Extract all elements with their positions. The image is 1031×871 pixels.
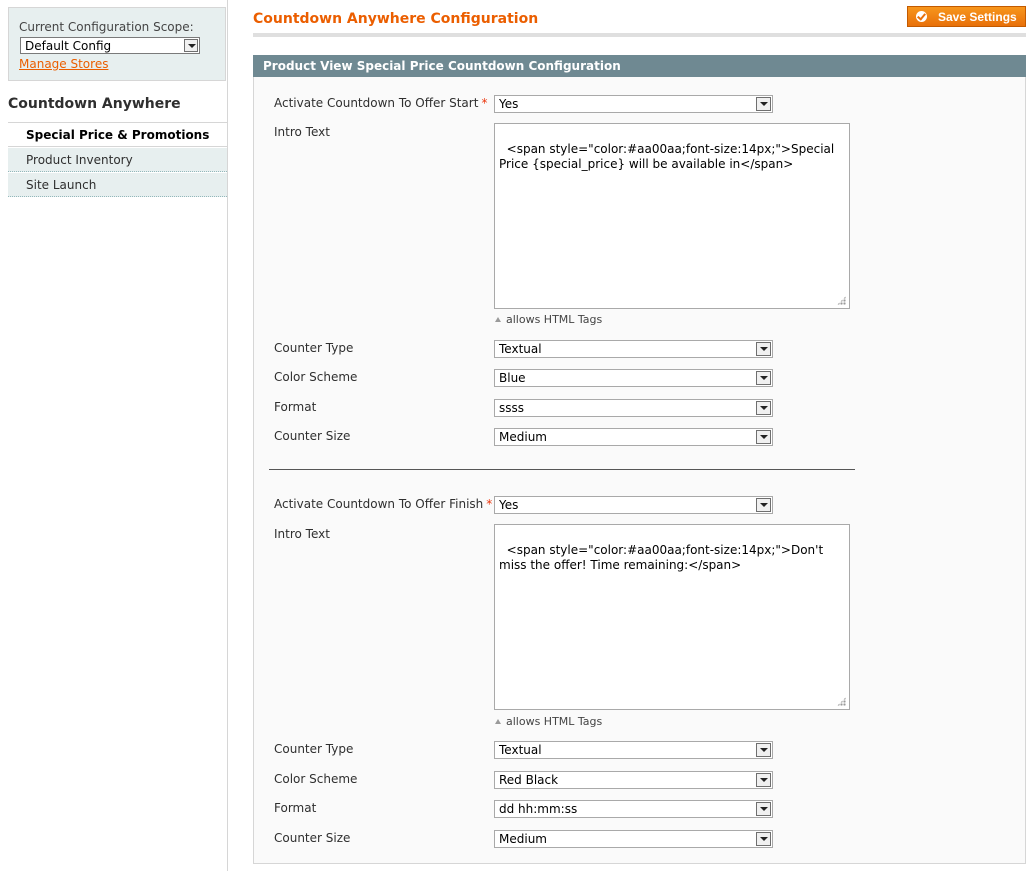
activate-start-select[interactable]: Yes: [494, 95, 773, 113]
counter-size-start-select[interactable]: Medium: [494, 428, 773, 446]
chevron-down-icon: [756, 342, 771, 356]
select-value: Blue: [499, 371, 526, 385]
select-value: Textual: [499, 743, 542, 757]
chevron-down-icon: [756, 430, 771, 444]
format-start-label: Format: [274, 400, 317, 414]
format-finish-label: Format: [274, 801, 317, 815]
select-value: Yes: [499, 498, 519, 512]
select-value: Medium: [499, 832, 547, 846]
format-start-select[interactable]: ssss: [494, 399, 773, 417]
chevron-down-icon: [184, 39, 198, 52]
triangle-up-icon: [495, 719, 501, 724]
intro-text-start-textarea[interactable]: <span style="color:#aa00aa;font-size:14p…: [494, 123, 850, 309]
chevron-down-icon: [756, 97, 771, 111]
intro-text-finish-note: allows HTML Tags: [495, 715, 602, 728]
intro-text-start-label: Intro Text: [274, 125, 330, 139]
chevron-down-icon: [756, 773, 771, 787]
color-scheme-start-label: Color Scheme: [274, 370, 358, 384]
chevron-down-icon: [756, 743, 771, 757]
counter-type-finish-label: Counter Type: [274, 742, 354, 756]
sidebar-title: Countdown Anywhere: [8, 96, 181, 112]
chevron-down-icon: [756, 371, 771, 385]
required-marker: *: [481, 96, 488, 110]
counter-type-start-select[interactable]: Textual: [494, 340, 773, 358]
save-settings-label: Save Settings: [938, 10, 1017, 24]
checkmark-icon: [916, 11, 927, 22]
scope-switcher: Current Configuration Scope: Default Con…: [8, 7, 226, 81]
scope-select-value: Default Config: [25, 39, 112, 53]
page-title: Countdown Anywhere Configuration: [253, 11, 539, 27]
format-finish-select[interactable]: dd hh:mm:ss: [494, 800, 773, 818]
intro-text-finish-label: Intro Text: [274, 527, 330, 541]
chevron-down-icon: [756, 802, 771, 816]
triangle-up-icon: [495, 317, 501, 322]
color-scheme-start-select[interactable]: Blue: [494, 369, 773, 387]
textarea-value: <span style="color:#aa00aa;font-size:14p…: [499, 543, 827, 572]
scope-label: Current Configuration Scope:: [19, 20, 194, 34]
counter-size-start-label: Counter Size: [274, 429, 351, 443]
section-divider: [269, 469, 855, 470]
sidebar-item-site-launch[interactable]: Site Launch: [8, 173, 227, 197]
counter-size-finish-label: Counter Size: [274, 831, 351, 845]
counter-type-start-label: Counter Type: [274, 341, 354, 355]
activate-start-label: Activate Countdown To Offer Start *: [274, 96, 488, 110]
intro-text-start-note: allows HTML Tags: [495, 313, 602, 326]
sidebar-item-label: Special Price & Promotions: [26, 128, 210, 142]
activate-finish-label: Activate Countdown To Offer Finish *: [274, 497, 493, 511]
textarea-value: <span style="color:#aa00aa;font-size:14p…: [499, 142, 839, 171]
sidebar-item-product-inventory[interactable]: Product Inventory: [8, 148, 227, 172]
activate-finish-select[interactable]: Yes: [494, 496, 773, 514]
scope-select[interactable]: Default Config: [20, 37, 200, 54]
resize-grip-icon[interactable]: [837, 697, 846, 706]
chevron-down-icon: [756, 832, 771, 846]
sidebar-item-label: Product Inventory: [26, 153, 133, 167]
section-header[interactable]: Product View Special Price Countdown Con…: [253, 55, 1026, 77]
required-marker: *: [486, 497, 493, 511]
chevron-down-icon: [756, 498, 771, 512]
title-rule: [253, 33, 1026, 37]
manage-stores-link[interactable]: Manage Stores: [19, 57, 108, 71]
chevron-down-icon: [756, 401, 771, 415]
select-value: Red Black: [499, 773, 559, 787]
counter-type-finish-select[interactable]: Textual: [494, 741, 773, 759]
save-settings-button[interactable]: Save Settings: [907, 6, 1026, 27]
sidebar-divider: [227, 0, 228, 871]
sidebar-item-label: Site Launch: [26, 178, 97, 192]
select-value: ssss: [499, 401, 525, 415]
color-scheme-finish-select[interactable]: Red Black: [494, 771, 773, 789]
sidebar-item-special-price[interactable]: Special Price & Promotions: [8, 123, 227, 147]
counter-size-finish-select[interactable]: Medium: [494, 830, 773, 848]
color-scheme-finish-label: Color Scheme: [274, 772, 358, 786]
sidebar: Current Configuration Scope: Default Con…: [0, 0, 228, 871]
intro-text-finish-textarea[interactable]: <span style="color:#aa00aa;font-size:14p…: [494, 524, 850, 710]
select-value: Medium: [499, 430, 547, 444]
resize-grip-icon[interactable]: [837, 296, 846, 305]
select-value: Textual: [499, 342, 542, 356]
select-value: Yes: [499, 97, 519, 111]
select-value: dd hh:mm:ss: [499, 802, 578, 816]
